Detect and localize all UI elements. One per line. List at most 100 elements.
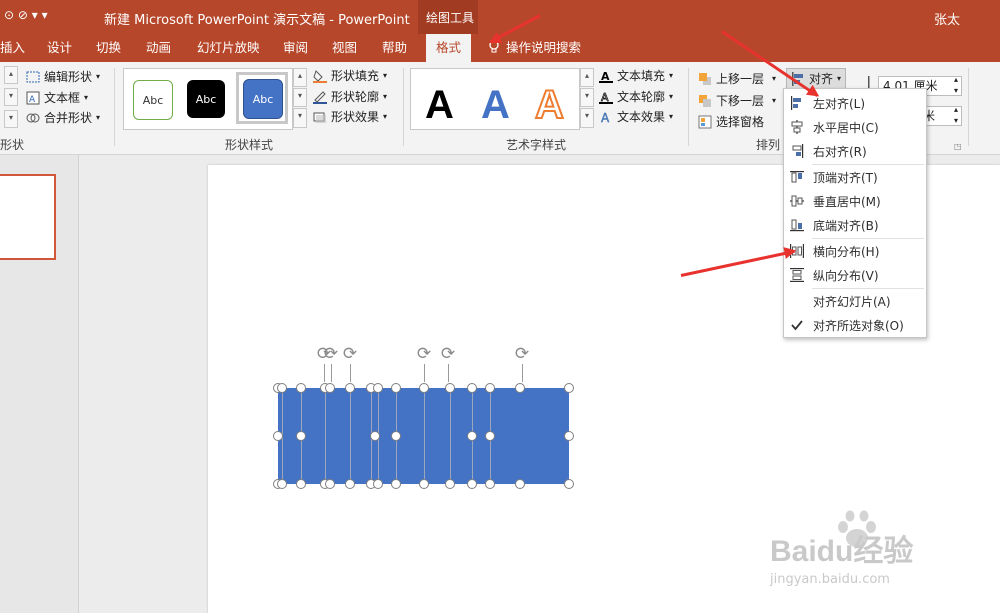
height-spinner-icon[interactable]: ▴ ▾ [954,74,958,96]
rotate-handle-icon[interactable]: ⟳ [322,346,340,364]
tell-me-search[interactable]: 操作说明搜索 [488,34,581,62]
resize-handle[interactable] [391,431,401,441]
rotate-handle-icon[interactable]: ⟳ [341,346,359,364]
resize-handle[interactable] [325,479,335,489]
resize-handle[interactable] [515,479,525,489]
resize-handle[interactable] [467,383,477,393]
quick-access-toolbar[interactable]: ⊙ ⊘ ▾ ▾ [4,8,48,22]
menu-item-label: 纵向分布(V) [813,268,879,283]
resize-handle[interactable] [564,479,574,489]
resize-handle[interactable] [325,383,335,393]
resize-handle[interactable] [485,383,495,393]
resize-handle[interactable] [345,479,355,489]
resize-handle[interactable] [515,383,525,393]
resize-handle[interactable] [564,383,574,393]
resize-handle[interactable] [467,431,477,441]
merge-shapes-label: 合并形状 [44,111,93,125]
resize-handle[interactable] [467,479,477,489]
menu-item-align-top[interactable]: 顶端对齐(T) [784,165,926,189]
resize-handle[interactable] [564,431,574,441]
resize-handle[interactable] [445,479,455,489]
resize-handle[interactable] [296,431,306,441]
menu-item-align-middle[interactable]: 垂直居中(M) [784,189,926,213]
edit-shape-button[interactable]: 编辑形状 ▾ [26,68,100,86]
selection-guide-line [424,388,425,484]
menu-item-label: 左对齐(L) [813,96,866,111]
tab-animations[interactable]: 动画 [146,34,171,62]
rotate-handle-icon[interactable]: ⟳ [415,346,433,364]
send-backward-button[interactable]: 下移一层 ▾ [698,92,776,110]
shape-fill-label: 形状填充 [331,69,380,83]
size-dialog-launcher-icon[interactable]: ◳ [954,142,962,151]
shape-style-swatch[interactable]: Abc [187,80,225,118]
user-name[interactable]: 张太 [934,9,960,28]
shape-effects-button[interactable]: 形状效果 ▾ [313,108,387,126]
wordart-more[interactable]: ▾ [580,108,594,128]
menu-item-align-to-slide[interactable]: 对齐幻灯片(A) [784,289,926,313]
menu-item-align-right[interactable]: 右对齐(R) [784,139,926,163]
text-fill-button[interactable]: A 文本填充 ▾ [599,67,673,85]
styles-scroll-down[interactable]: ▾ [293,88,307,107]
menu-item-align-bottom[interactable]: 底端对齐(B) [784,213,926,237]
shapes-more[interactable]: ▾ [4,110,18,128]
rotate-handle-icon[interactable]: ⟳ [439,346,457,364]
text-effects-button[interactable]: A 文本效果 ▾ [599,108,673,126]
text-box-button[interactable]: A 文本框 ▾ [26,89,88,107]
blue-rectangle-shape[interactable] [278,388,375,484]
tab-review[interactable]: 审阅 [283,34,308,62]
tab-transitions[interactable]: 切换 [96,34,121,62]
resize-handle[interactable] [296,479,306,489]
shape-outline-button[interactable]: 形状轮廓 ▾ [313,88,387,106]
resize-handle[interactable] [277,479,287,489]
resize-handle[interactable] [485,431,495,441]
menu-item-align-center[interactable]: 水平居中(C) [784,115,926,139]
menu-item-distribute-horizontal[interactable]: 横向分布(H) [784,239,926,263]
resize-handle[interactable] [485,479,495,489]
resize-handle[interactable] [419,383,429,393]
merge-shapes-button[interactable]: 合并形状 ▾ [26,109,100,127]
wordart-gallery[interactable]: A A A [410,68,580,130]
resize-handle[interactable] [391,383,401,393]
distribute-vertical-icon [790,268,804,282]
wordart-style[interactable]: A [425,83,454,128]
resize-handle[interactable] [370,431,380,441]
wordart-style[interactable]: A [534,82,565,128]
selection-pane-button[interactable]: 选择窗格 [698,113,764,131]
align-bottom-icon [790,218,804,232]
tab-slideshow[interactable]: 幻灯片放映 [197,34,260,62]
styles-more[interactable]: ▾ [293,108,307,128]
group-divider [968,68,969,146]
resize-handle[interactable] [273,431,283,441]
resize-handle[interactable] [345,383,355,393]
wordart-scroll-up[interactable]: ▴ [580,68,594,87]
tab-design[interactable]: 设计 [47,34,72,62]
menu-item-distribute-vertical[interactable]: 纵向分布(V) [784,263,926,287]
tab-insert[interactable]: 插入 [0,34,25,62]
wordart-style[interactable]: A [481,83,510,128]
shapes-scroll-up[interactable]: ▴ [4,66,18,84]
resize-handle[interactable] [373,383,383,393]
slide-thumbnail-1[interactable] [0,174,56,260]
shape-style-swatch[interactable]: Abc [133,80,173,120]
wordart-scroll-down[interactable]: ▾ [580,88,594,107]
resize-handle[interactable] [296,383,306,393]
rotate-handle-icon[interactable]: ⟳ [513,346,531,364]
insert-shapes-group-label: 形状 [0,138,25,152]
shape-style-swatch-selected[interactable]: Abc [243,79,283,119]
resize-handle[interactable] [277,383,287,393]
resize-handle[interactable] [419,479,429,489]
menu-item-align-selected-objects[interactable]: 对齐所选对象(O) [784,313,926,337]
width-spinner-icon[interactable]: ▴ ▾ [954,104,958,126]
styles-scroll-up[interactable]: ▴ [293,68,307,87]
resize-handle[interactable] [445,383,455,393]
tab-help[interactable]: 帮助 [382,34,407,62]
resize-handle[interactable] [373,479,383,489]
tab-view[interactable]: 视图 [332,34,357,62]
shapes-scroll-down[interactable]: ▾ [4,88,18,106]
text-outline-button[interactable]: A 文本轮廓 ▾ [599,88,673,106]
resize-handle[interactable] [391,479,401,489]
tab-format[interactable]: 格式 [426,34,472,62]
shape-fill-button[interactable]: 形状填充 ▾ [313,67,387,85]
shape-styles-gallery[interactable]: Abc Abc Abc [123,68,293,130]
bring-forward-button[interactable]: 上移一层 ▾ [698,70,776,88]
